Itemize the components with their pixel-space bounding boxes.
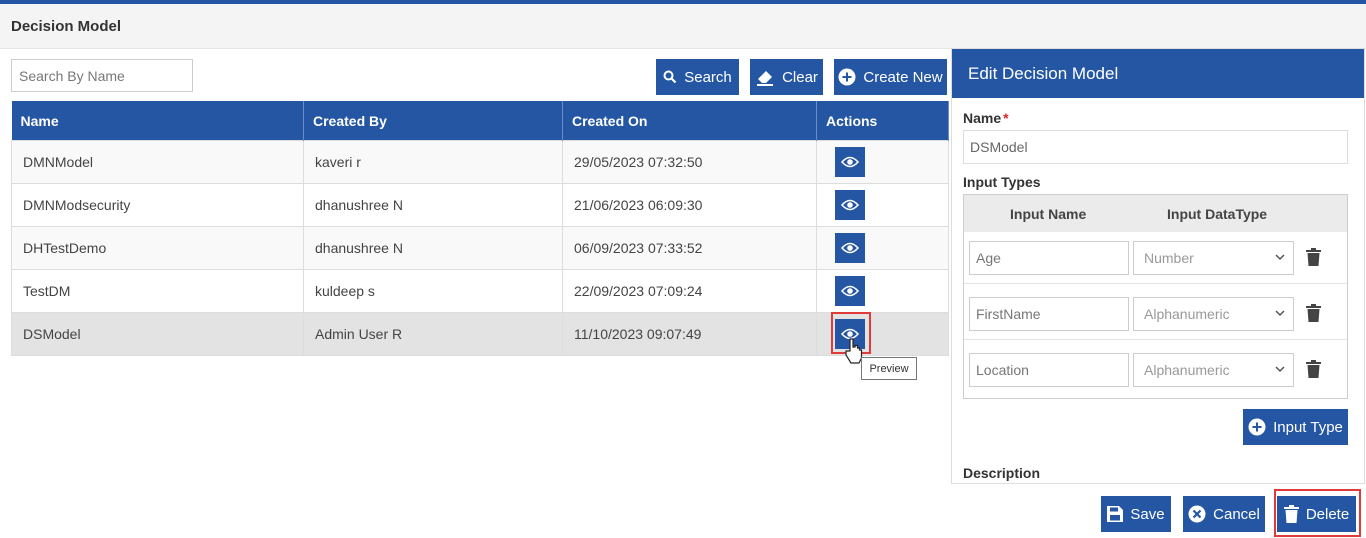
cell-name: TestDM — [11, 269, 304, 313]
cancel-button[interactable]: Cancel — [1183, 496, 1265, 532]
input-datatype-value: Number — [1144, 250, 1194, 266]
decision-model-table: Name Created By Created On Actions DMNMo… — [11, 101, 949, 356]
trash-icon[interactable] — [1306, 248, 1321, 266]
input-type-row: Alphanumeric — [964, 293, 1347, 340]
eraser-icon — [757, 71, 774, 86]
eye-icon — [841, 242, 859, 254]
preview-button[interactable] — [835, 276, 865, 306]
table-row[interactable]: DMNModsecurity dhanushree N 21/06/2023 0… — [11, 183, 949, 227]
page-header: Decision Model — [0, 4, 1366, 49]
input-datatype-value: Alphanumeric — [1144, 362, 1230, 378]
input-datatype-value: Alphanumeric — [1144, 306, 1230, 322]
search-input[interactable] — [11, 59, 193, 92]
search-button-label: Search — [684, 68, 732, 86]
trash-icon[interactable] — [1306, 360, 1321, 378]
search-button[interactable]: Search — [656, 59, 739, 95]
input-name-field[interactable] — [969, 353, 1129, 387]
cell-created-on: 21/06/2023 06:09:30 — [562, 183, 817, 227]
column-header-created-on[interactable]: Created On — [562, 101, 817, 141]
search-icon — [663, 70, 677, 84]
preview-button[interactable] — [835, 233, 865, 263]
clear-button[interactable]: Clear — [750, 59, 823, 95]
cell-name: DSModel — [11, 312, 304, 356]
trash-icon[interactable] — [1306, 304, 1321, 322]
save-icon — [1107, 506, 1124, 522]
cell-created-by: dhanushree N — [303, 226, 563, 270]
description-label: Description — [963, 465, 1041, 481]
chevron-down-icon — [1275, 254, 1285, 261]
input-datatype-select[interactable]: Alphanumeric — [1133, 353, 1294, 387]
create-new-button-label: Create New — [863, 68, 943, 86]
name-field[interactable] — [963, 130, 1348, 164]
input-datatype-select[interactable]: Alphanumeric — [1133, 297, 1294, 331]
input-type-row: Number — [964, 237, 1347, 284]
input-types-label: Input Types — [963, 174, 1041, 190]
eye-icon — [841, 285, 859, 297]
input-name-field[interactable] — [969, 241, 1129, 275]
chevron-down-icon — [1275, 310, 1285, 317]
cell-created-on: 06/09/2023 07:33:52 — [562, 226, 817, 270]
plus-circle-icon — [1248, 418, 1266, 436]
eye-icon — [841, 199, 859, 211]
cell-created-by: kuldeep s — [303, 269, 563, 313]
cell-actions — [816, 140, 949, 184]
cell-actions — [816, 226, 949, 270]
cell-created-by: dhanushree N — [303, 183, 563, 227]
cell-created-by: kaveri r — [303, 140, 563, 184]
cell-name: DHTestDemo — [11, 226, 304, 270]
required-marker: * — [1003, 110, 1009, 126]
cancel-icon — [1188, 505, 1206, 523]
cell-name: DMNModsecurity — [11, 183, 304, 227]
table-row[interactable]: DMNModel kaveri r 29/05/2023 07:32:50 — [11, 140, 949, 184]
input-types-table: Input Name Input DataType Number Alphanu… — [963, 194, 1348, 399]
chevron-down-icon — [1275, 366, 1285, 373]
table-row-selected[interactable]: DSModel Admin User R 11/10/2023 09:07:49 — [11, 312, 949, 356]
table-row[interactable]: TestDM kuldeep s 22/09/2023 07:09:24 — [11, 269, 949, 313]
add-input-type-button[interactable]: Input Type — [1243, 409, 1348, 445]
column-header-created-by[interactable]: Created By — [303, 101, 563, 141]
input-type-row: Alphanumeric — [964, 349, 1347, 395]
table-row[interactable]: DHTestDemo dhanushree N 06/09/2023 07:33… — [11, 226, 949, 270]
input-datatype-select[interactable]: Number — [1133, 241, 1294, 275]
input-types-header: Input Name Input DataType — [964, 195, 1347, 232]
cell-created-on: 29/05/2023 07:32:50 — [562, 140, 817, 184]
cell-actions — [816, 269, 949, 313]
clear-button-label: Clear — [782, 68, 818, 86]
header-input-name: Input Name — [1010, 206, 1087, 222]
save-button[interactable]: Save — [1101, 496, 1171, 532]
table-header-row: Name Created By Created On Actions — [11, 101, 949, 141]
edit-decision-model-panel: Edit Decision Model Name* Input Types In… — [951, 48, 1365, 484]
preview-button[interactable] — [835, 190, 865, 220]
page-title: Decision Model — [11, 18, 122, 35]
plus-circle-icon — [838, 68, 856, 86]
create-new-button[interactable]: Create New — [834, 59, 947, 95]
preview-tooltip: Preview — [861, 357, 917, 380]
cancel-button-label: Cancel — [1213, 505, 1260, 523]
delete-highlight-box — [1274, 489, 1361, 537]
cell-name: DMNModel — [11, 140, 304, 184]
cell-created-on: 22/09/2023 07:09:24 — [562, 269, 817, 313]
cell-actions — [816, 183, 949, 227]
header-input-datatype: Input DataType — [1167, 206, 1268, 222]
save-button-label: Save — [1130, 505, 1165, 523]
name-label: Name * — [963, 110, 1009, 126]
cell-created-by: Admin User R — [303, 312, 563, 356]
panel-title: Edit Decision Model — [952, 49, 1364, 98]
cell-created-on: 11/10/2023 09:07:49 — [562, 312, 817, 356]
name-label-text: Name — [963, 110, 1002, 126]
add-input-type-label: Input Type — [1273, 418, 1343, 436]
eye-icon — [841, 156, 859, 168]
input-name-field[interactable] — [969, 297, 1129, 331]
column-header-name[interactable]: Name — [11, 101, 304, 141]
preview-button[interactable] — [835, 147, 865, 177]
column-header-actions: Actions — [816, 101, 949, 141]
